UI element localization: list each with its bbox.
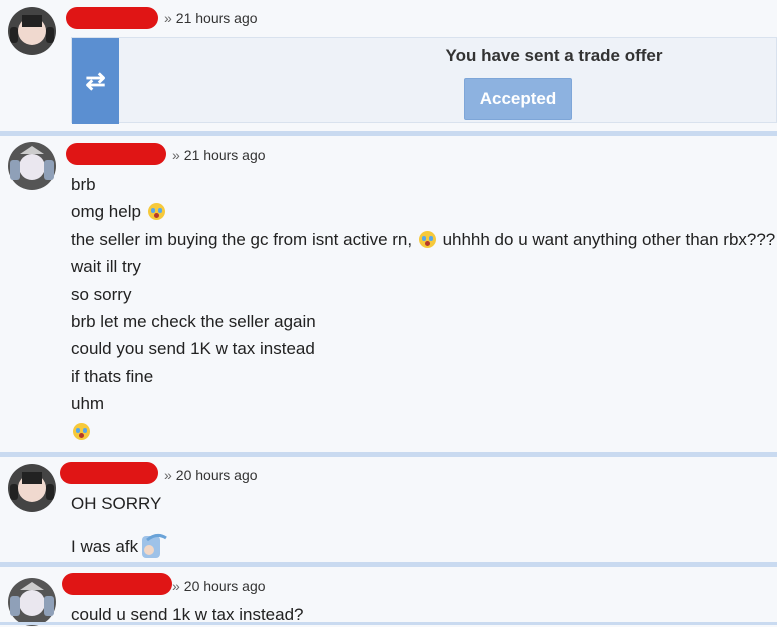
message-timestamp: » 21 hours ago xyxy=(172,147,266,163)
message-text: uhm xyxy=(71,394,105,413)
message-timestamp: » 21 hours ago xyxy=(164,10,258,26)
avatar[interactable] xyxy=(4,3,60,59)
divider xyxy=(0,622,777,625)
sticker-image xyxy=(139,530,169,560)
message-text xyxy=(71,422,92,442)
message-trade-offer: » 21 hours ago ⇄ You have sent a trade of… xyxy=(0,0,777,136)
message-timestamp: » 20 hours ago xyxy=(164,467,258,483)
message-block: » 20 hours ago OH SORRY I was afk xyxy=(0,457,777,567)
message-text: wait ill try xyxy=(71,257,141,276)
message-text: could you send 1K w tax instead xyxy=(71,339,315,358)
message-text: OH SORRY xyxy=(71,494,162,513)
trade-swap-icon: ⇄ xyxy=(72,38,119,124)
message-text: so sorry xyxy=(71,285,132,304)
message-text: I was afk xyxy=(71,530,169,560)
crying-emoji-icon xyxy=(73,423,90,440)
message-block: » 20 hours ago could u send 1k w tax inst… xyxy=(0,567,777,627)
message-text: the seller im buying the gc from isnt ac… xyxy=(71,230,776,249)
message-block: » 21 hours ago brb omg help the seller im… xyxy=(0,136,777,457)
redacted-username xyxy=(60,462,158,484)
redacted-username xyxy=(62,573,172,595)
message-text: brb let me check the seller again xyxy=(71,312,316,331)
avatar[interactable] xyxy=(4,460,60,516)
trade-offer-title: You have sent a trade offer xyxy=(445,46,663,65)
trade-offer-card: ⇄ You have sent a trade offer Accepted xyxy=(71,37,777,124)
message-timestamp: » 20 hours ago xyxy=(172,578,266,594)
crying-emoji-icon xyxy=(418,231,436,248)
message-text: if thats fine xyxy=(71,367,154,386)
message-text: brb xyxy=(71,175,96,194)
redacted-username xyxy=(66,143,166,165)
trade-status-button[interactable]: Accepted xyxy=(464,78,572,120)
crying-emoji-icon xyxy=(147,203,165,220)
redacted-username xyxy=(66,7,158,29)
avatar[interactable] xyxy=(4,138,60,194)
message-text: omg help xyxy=(71,202,167,222)
